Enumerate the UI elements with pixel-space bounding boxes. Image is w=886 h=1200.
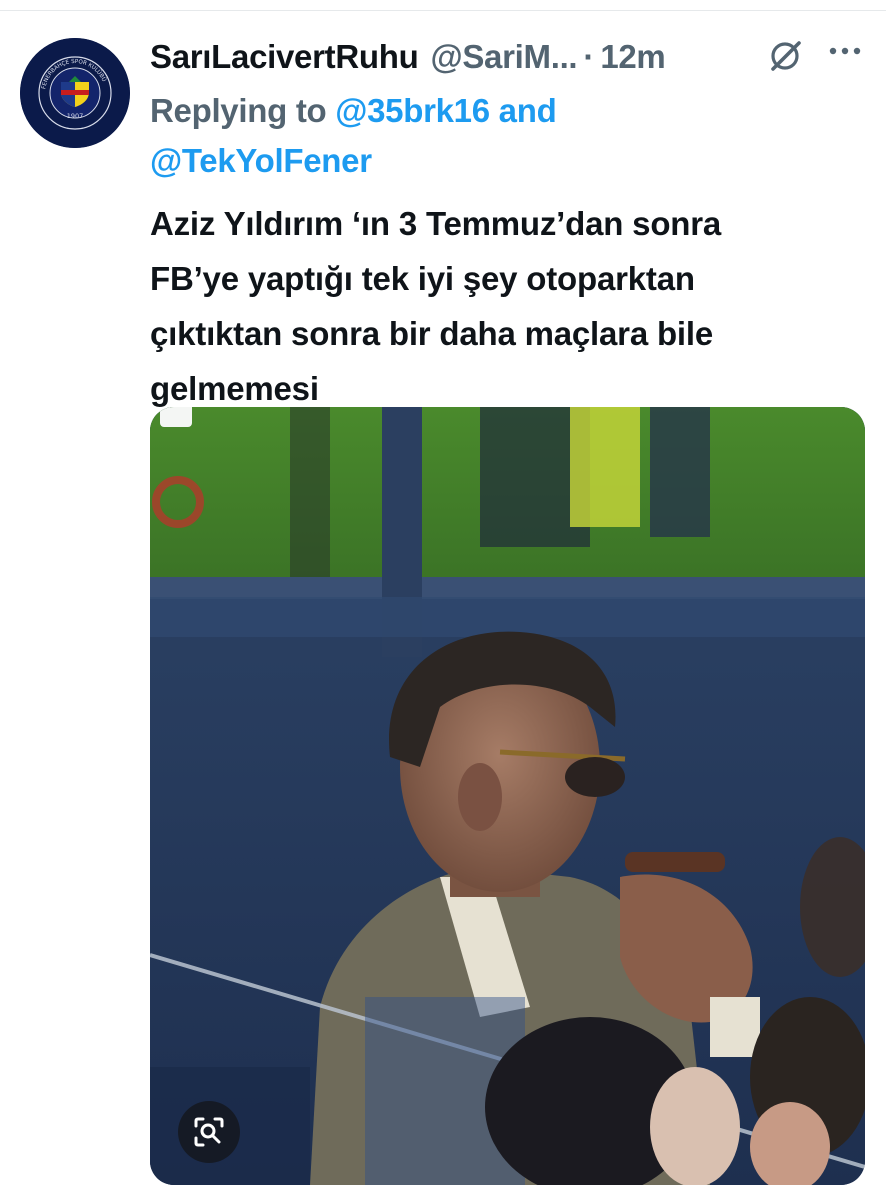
more-options-icon[interactable] xyxy=(828,44,862,63)
tweet-photo[interactable] xyxy=(150,407,865,1185)
tweet-text-line: FB’ye yaptığı tek iyi şey otoparktan xyxy=(150,260,695,297)
replying-to-label: Replying to xyxy=(150,92,327,129)
photo-corner-marker xyxy=(160,407,192,427)
timestamp[interactable]: 12m xyxy=(600,38,665,76)
replying-to: Replying to @35brk16 and @TekYolFener xyxy=(150,86,850,186)
tweet-text-line: Aziz Yıldırım ‘ın 3 Temmuz’dan sonra xyxy=(150,205,722,242)
top-divider xyxy=(0,10,886,11)
grok-icon[interactable] xyxy=(768,38,804,79)
mention-link[interactable]: @TekYolFener xyxy=(150,142,372,179)
tweet-text-line: çıktıktan sonra bir daha maçlara bile xyxy=(150,315,713,352)
stadium-photo xyxy=(150,407,865,1185)
tweet-text: Aziz Yıldırım ‘ın 3 Temmuz’dan sonra FB’… xyxy=(150,196,850,416)
mention-link[interactable]: @35brk16 xyxy=(335,92,490,129)
image-search-icon[interactable] xyxy=(178,1101,240,1163)
mention-joiner[interactable]: and xyxy=(499,92,557,129)
fenerbahce-crest-icon: 1907 FENERBAHÇE SPOR KULÜBÜ xyxy=(20,38,130,148)
tweet-header: SarıLacivertRuhu @SariM... · 12m xyxy=(150,34,886,80)
display-name[interactable]: SarıLacivertRuhu xyxy=(150,38,419,76)
avatar[interactable]: 1907 FENERBAHÇE SPOR KULÜBÜ xyxy=(20,38,130,148)
separator-dot: · xyxy=(583,38,595,75)
user-handle[interactable]: @SariM... xyxy=(430,38,577,76)
crest-year: 1907 xyxy=(67,112,84,120)
